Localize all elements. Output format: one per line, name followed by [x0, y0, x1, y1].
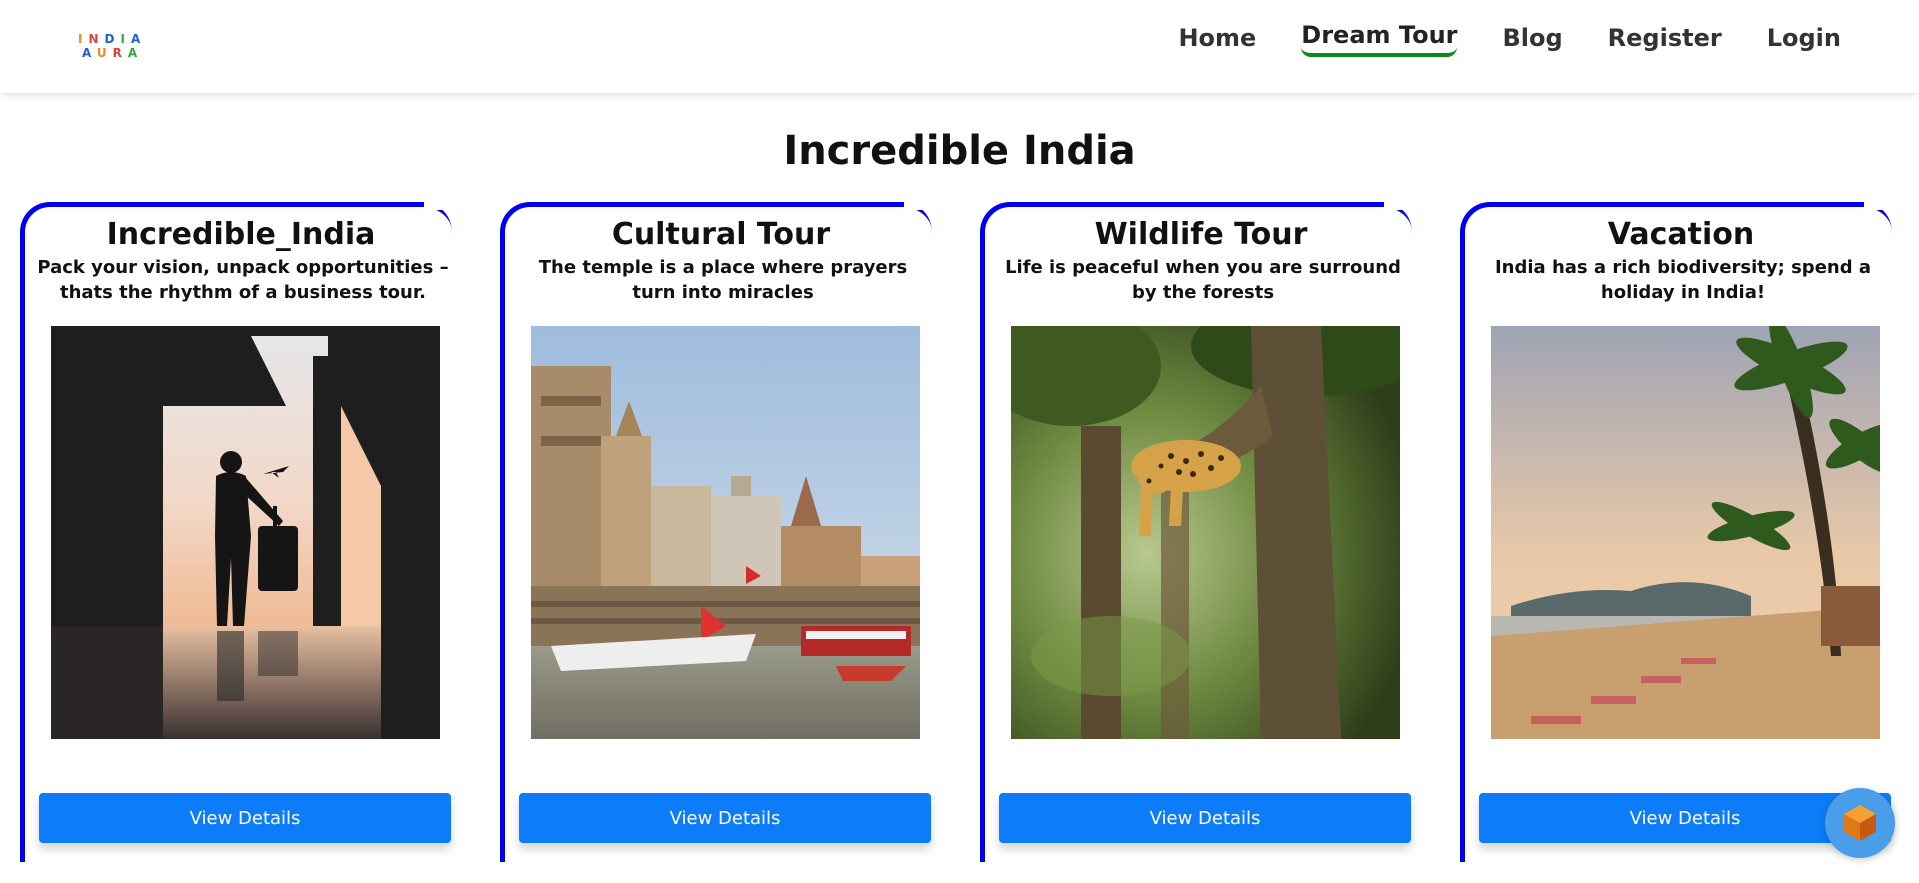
card-description: Pack your vision, unpack opportunities –… [37, 257, 449, 303]
card-description: India has a rich biodiversity; spend a h… [1494, 257, 1872, 303]
leopard-forest-image [1011, 326, 1400, 739]
logo-row1: INDIA [78, 32, 147, 46]
nav-login[interactable]: Login [1767, 24, 1841, 60]
card-title: Wildlife Tour [1094, 217, 1308, 252]
view-details-button[interactable]: View Details [999, 793, 1411, 843]
nav-dream-tour[interactable]: Dream Tour [1301, 21, 1458, 57]
tour-card: Wildlife Tour Life is peaceful when you … [980, 202, 1414, 862]
nav-register[interactable]: Register [1608, 24, 1722, 60]
view-details-button[interactable]: View Details [519, 793, 931, 843]
main-nav: Home Dream Tour Blog Register Login [1133, 21, 1841, 60]
view-details-button[interactable]: View Details [39, 793, 451, 843]
tour-cards: Incredible_India Pack your vision, unpac… [20, 202, 1900, 883]
cube-icon [1844, 805, 1876, 841]
card-title: Cultural Tour [611, 217, 831, 252]
card-title: Vacation [1607, 217, 1755, 252]
top-navbar: INDIA AURA Home Dream Tour Blog Register… [0, 0, 1919, 93]
varanasi-ghats-image [531, 326, 920, 739]
tour-card: Cultural Tour The temple is a place wher… [500, 202, 934, 862]
tour-card: Incredible_India Pack your vision, unpac… [20, 202, 454, 862]
tour-card: Vacation India has a rich biodiversity; … [1460, 202, 1894, 862]
nav-home[interactable]: Home [1178, 24, 1256, 60]
floating-chat-button[interactable] [1825, 788, 1895, 858]
beach-vacation-image [1491, 326, 1880, 739]
nav-blog[interactable]: Blog [1502, 24, 1562, 60]
card-title: Incredible_India [106, 217, 376, 252]
page-title: Incredible India [783, 128, 1136, 174]
card-description: Life is peaceful when you are surround b… [1005, 257, 1401, 303]
card-description: The temple is a place where prayers turn… [538, 257, 908, 303]
india-aura-logo[interactable]: INDIA AURA [78, 32, 162, 62]
traveler-silhouette-image [51, 326, 440, 739]
logo-row2: AURA [82, 46, 144, 60]
